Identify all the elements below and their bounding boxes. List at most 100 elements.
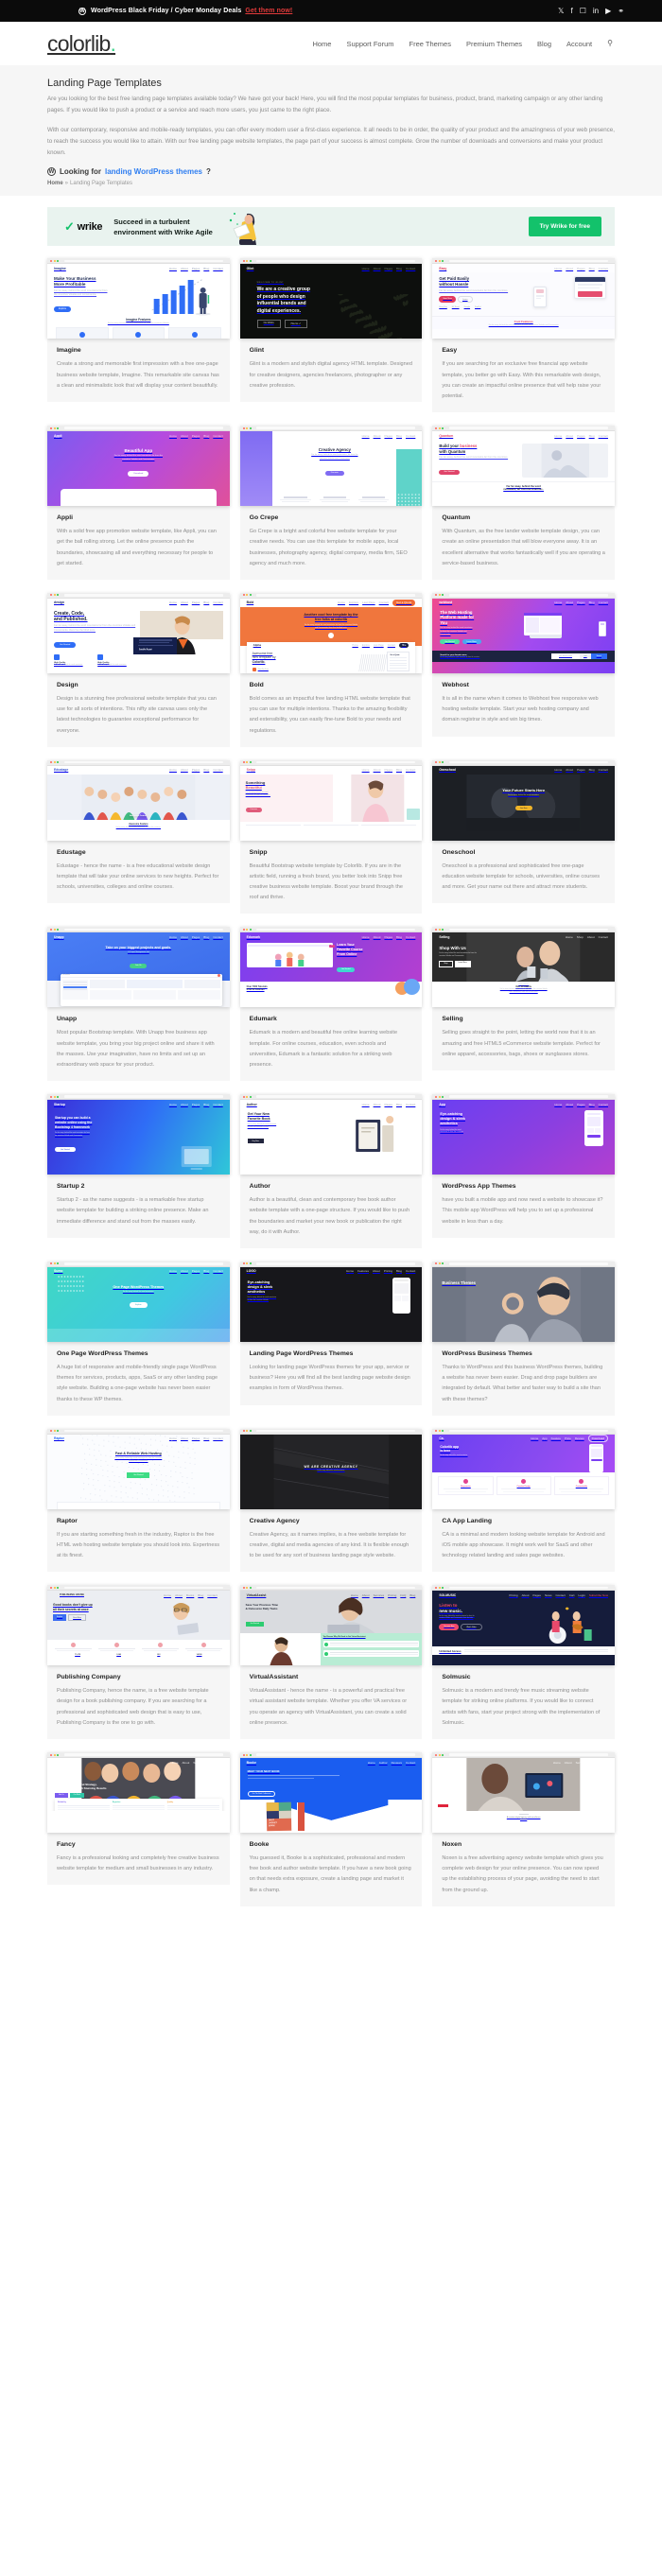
address-bar	[448, 928, 608, 931]
template-title[interactable]: Design	[57, 682, 220, 688]
template-title[interactable]: Easy	[442, 347, 605, 354]
intro-paragraph-1: Are you looking for the best free landin…	[47, 96, 603, 114]
template-title[interactable]: Fancy	[57, 1841, 220, 1848]
template-thumbnail[interactable]: Quantum Home About Pages Blog Contact Build …	[432, 426, 615, 507]
template-thumbnail[interactable]: Appli Home About Pages Blog Contact Beautifu…	[47, 426, 230, 507]
template-title[interactable]: Raptor	[57, 1518, 220, 1524]
template-description: Author is a beautiful, clean and contemp…	[249, 1197, 410, 1235]
template-thumbnail[interactable]: Edustage Home About Pages Blog Contact Aweso…	[47, 759, 230, 841]
template-title[interactable]: Noxen	[442, 1841, 605, 1848]
site-logo[interactable]: colorlib.	[47, 32, 116, 55]
template-title[interactable]: CA App Landing	[442, 1518, 605, 1524]
template-thumbnail[interactable]: Ca. Home App Feature Price Review Download C…	[432, 1428, 615, 1509]
template-title[interactable]: Edumark	[250, 1016, 413, 1022]
close-icon	[50, 1262, 52, 1265]
promo-cta-link[interactable]: Get them now!	[245, 8, 292, 14]
template-thumbnail[interactable]: Business Themes	[432, 1261, 615, 1342]
template-thumbnail[interactable]: Fancy Home About Work Blog Contact Website D…	[47, 1752, 230, 1834]
template-description: A huge list of responsive and mobile-fri…	[57, 1364, 218, 1402]
template-thumbnail[interactable]: Go Crepe HomeAboutPagesBlogContact Creat…	[239, 426, 423, 507]
wp-cta-link[interactable]: landing WordPress themes	[105, 167, 202, 176]
template-title[interactable]: Solmusic	[442, 1674, 605, 1680]
template-thumbnail[interactable]: Snipp Home About Pages Blog Contact Somethin…	[239, 759, 423, 841]
template-title[interactable]: Selling	[442, 1016, 605, 1022]
template-thumbnail[interactable]: NOXEN Home About Service Blog Contact Digita…	[432, 1752, 615, 1834]
template-meta: CA App Landing CA is a minimal and moder…	[432, 1508, 615, 1573]
template-thumbnail[interactable]: WE ARE CREATIVE AGENCY Far far away, beh…	[239, 1428, 423, 1509]
template-title[interactable]: Author	[250, 1183, 413, 1190]
close-icon	[242, 1586, 245, 1589]
template-description: Edustage - hence the name - is a free ed…	[57, 862, 219, 891]
search-icon[interactable]: ⚲	[607, 40, 613, 47]
template-card: design Home About Pages Blog Contact Create,…	[47, 592, 230, 747]
template-thumbnail[interactable]: Unapp Home About Pages Blog Contact Take on …	[47, 927, 230, 1008]
try-wrike-button[interactable]: Try Wrike for free	[528, 217, 601, 237]
nav-item-account[interactable]: Account	[566, 40, 592, 48]
template-thumbnail[interactable]: Edumark Home About Pages Blog Contact 1:1 Le…	[239, 927, 423, 1008]
template-thumbnail[interactable]: Startup Home About Pages Blog Contact Startu…	[47, 1094, 230, 1175]
linkedin-icon[interactable]: in	[593, 7, 599, 15]
template-thumbnail[interactable]: Booke Home Author Reviews Contact MEET YOUR…	[239, 1752, 423, 1834]
nav-item-home[interactable]: Home	[312, 40, 331, 48]
template-title[interactable]: WordPress Business Themes	[442, 1350, 605, 1357]
template-thumbnail[interactable]: webhost Home About Pages Blog Contact The We…	[432, 592, 615, 673]
template-title[interactable]: Bold	[250, 682, 413, 688]
twitter-icon[interactable]: 𝕏	[558, 7, 564, 15]
template-title[interactable]: VirtualAssistant	[250, 1674, 413, 1680]
template-title[interactable]: Glint	[250, 347, 413, 354]
template-title[interactable]: Unapp	[57, 1016, 220, 1022]
template-thumbnail[interactable]: VirtualAssist Home About Services Pricing FA…	[239, 1585, 423, 1666]
template-thumbnail[interactable]: SOLMUSIC Pricing About Pages News Contact Car…	[432, 1585, 615, 1666]
template-title[interactable]: WordPress App Themes	[442, 1183, 605, 1190]
template-title[interactable]: Appli	[57, 514, 220, 521]
template-title[interactable]: Webhost	[442, 682, 605, 688]
template-card: Appli Home About Pages Blog Contact Beautifu…	[47, 426, 230, 580]
template-title[interactable]: Creative Agency	[250, 1518, 413, 1524]
address-bar	[63, 594, 223, 597]
address-bar	[448, 594, 608, 597]
template-thumbnail[interactable]: Glint Home About Pages Blog Contact WELCOME …	[239, 258, 423, 339]
address-bar	[448, 1429, 608, 1433]
template-thumbnail[interactable]: Easy Home About Pages Blog Contact Get Paid …	[432, 258, 615, 339]
template-thumbnail[interactable]: Raptor Home About Pages Blog Contact Fast & …	[47, 1428, 230, 1509]
template-title[interactable]: Edustage	[57, 849, 220, 856]
template-thumbnail[interactable]: Shop With Us Far far away, behind the wo…	[432, 927, 615, 1008]
template-thumbnail[interactable]: App Home About Pages Blog Contact Eye-catchi…	[432, 1094, 615, 1175]
facebook-icon[interactable]: f	[571, 7, 573, 15]
nav-item-free-themes[interactable]: Free Themes	[409, 40, 451, 48]
instagram-icon[interactable]: ☐	[580, 7, 586, 15]
minimize-icon	[246, 426, 249, 429]
nav-item-premium-themes[interactable]: Premium Themes	[466, 40, 522, 48]
template-title[interactable]: Oneschool	[442, 849, 605, 856]
template-title[interactable]: Snipp	[250, 849, 413, 856]
address-bar	[63, 1262, 223, 1265]
wrike-ad-banner[interactable]: ✓ wrike Succeed in a turbulent environme…	[47, 207, 615, 247]
address-bar	[448, 1095, 608, 1098]
breadcrumb-home[interactable]: Home	[47, 181, 63, 186]
template-title[interactable]: Go Crepe	[250, 514, 413, 521]
template-title[interactable]: Landing Page WordPress Themes	[250, 1350, 413, 1357]
template-thumbnail[interactable]: design Home About Pages Blog Contact Create,…	[47, 592, 230, 673]
template-thumbnail[interactable]: Imagine Home About Pages Blog Contact Make Y…	[47, 258, 230, 339]
template-thumbnail[interactable]: Sumo Home About Pages Blog Contact One Page …	[47, 1261, 230, 1342]
template-description: Creative Agency, as it names implies, is…	[249, 1531, 409, 1559]
nav-item-support-forum[interactable]: Support Forum	[346, 40, 393, 48]
template-meta: Noxen Noxen is a free advertising agency…	[432, 1833, 615, 1906]
nav-item-blog[interactable]: Blog	[537, 40, 551, 48]
template-thumbnail[interactable]: Oneschool Home About Pages Blog Contact Your…	[432, 759, 615, 841]
maximize-icon	[442, 1095, 444, 1098]
template-thumbnail[interactable]: Bold Home Explore Last Page Contact Get a Q…	[239, 592, 423, 673]
template-card: Sumo Home About Pages Blog Contact One Page …	[47, 1261, 230, 1416]
template-thumbnail[interactable]: PUBLISHING HOUSE Home About Books Blog Conta…	[47, 1585, 230, 1666]
template-title[interactable]: Quantum	[442, 514, 605, 521]
template-thumbnail[interactable]: LOGO Home Features About Pricing Blog Contact…	[239, 1261, 423, 1342]
github-icon[interactable]: ⚭	[618, 7, 624, 15]
template-thumbnail[interactable]: Author Home About Pages Blog Contact Get You…	[239, 1094, 423, 1175]
template-preview-image: LOGO Home Features About Pricing Blog Contact…	[239, 1266, 423, 1342]
template-title[interactable]: Booke	[250, 1841, 413, 1848]
youtube-icon[interactable]: ▶	[605, 7, 611, 15]
template-title[interactable]: Imagine	[57, 347, 220, 354]
template-title[interactable]: Publishing Company	[57, 1674, 220, 1680]
template-title[interactable]: Startup 2	[57, 1183, 220, 1190]
template-title[interactable]: One Page WordPress Themes	[57, 1350, 220, 1357]
